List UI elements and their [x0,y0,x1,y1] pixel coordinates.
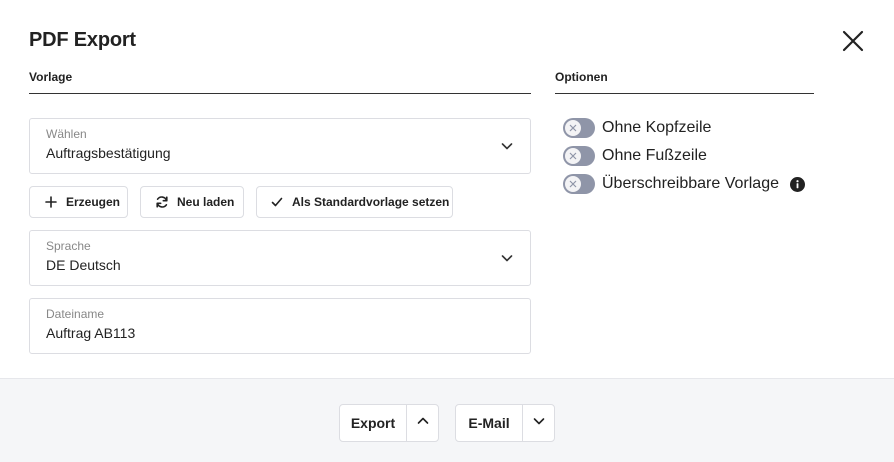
option-ohne-kopfzeile: Ohne Kopfzeile [563,118,711,138]
dialog-title: PDF Export [29,29,136,51]
language-select[interactable]: Sprache DE Deutsch [29,230,531,286]
set-default-template-label: Als Standardvorlage setzen [292,195,450,209]
set-default-template-button[interactable]: Als Standardvorlage setzen [256,186,453,218]
filename-field[interactable]: Dateiname Auftrag AB113 [29,298,531,354]
export-button[interactable]: Export [340,405,406,441]
email-menu-toggle[interactable] [522,405,554,441]
neu-laden-label: Neu laden [177,195,235,209]
email-split-button: E-Mail [455,404,555,442]
export-split-button: Export [339,404,439,442]
chevron-down-icon [532,414,546,433]
section-optionen-heading: Optionen [555,70,814,94]
template-select-label: Wählen [46,127,87,141]
chevron-down-icon [500,251,514,265]
ohne-fusszeile-label: Ohne Fußzeile [602,147,707,164]
erzeugen-label: Erzeugen [66,195,121,209]
export-menu-toggle[interactable] [406,405,438,441]
language-select-label: Sprache [46,239,91,253]
dialog-footer: Export E-Mail [0,378,894,462]
ohne-kopfzeile-label: Ohne Kopfzeile [602,119,712,136]
toggle-off-x-icon [565,148,581,164]
erzeugen-button[interactable]: Erzeugen [29,186,128,218]
ohne-kopfzeile-toggle[interactable] [563,118,595,138]
filename-label: Dateiname [46,307,105,321]
ueberschreibbare-vorlage-label: Überschreibbare Vorlage [602,175,779,192]
ueberschreibbare-vorlage-toggle[interactable] [563,174,595,194]
ohne-fusszeile-toggle[interactable] [563,146,595,166]
check-icon [270,195,284,209]
section-vorlage-heading: Vorlage [29,70,531,94]
email-button[interactable]: E-Mail [456,405,522,441]
info-icon[interactable] [790,176,805,192]
refresh-icon [155,195,169,209]
chevron-up-icon [416,414,430,433]
chevron-down-icon [500,139,514,153]
option-ueberschreibbare-vorlage: Überschreibbare Vorlage [563,174,805,194]
neu-laden-button[interactable]: Neu laden [140,186,244,218]
close-icon[interactable] [838,26,868,56]
pdf-export-dialog: PDF Export Vorlage Optionen Wählen Auftr… [0,0,894,462]
toggle-off-x-icon [565,176,581,192]
toggle-off-x-icon [565,120,581,136]
plus-icon [44,195,58,209]
filename-value: Auftrag AB113 [46,325,136,341]
template-select[interactable]: Wählen Auftragsbestätigung [29,118,531,174]
option-ohne-fusszeile: Ohne Fußzeile [563,146,707,166]
language-select-value: DE Deutsch [46,257,121,273]
template-select-value: Auftragsbestätigung [46,145,171,161]
